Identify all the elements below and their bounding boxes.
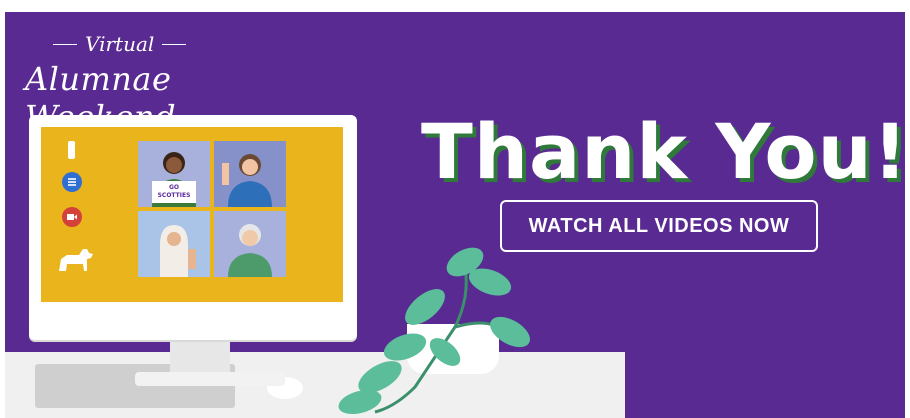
go-scotties-sign: GO SCOTTIES	[152, 181, 196, 203]
menu-indicator	[68, 141, 75, 159]
brand-subtitle: Virtual	[85, 32, 155, 56]
headline: Thank You!	[421, 107, 905, 196]
video-call-screen: GO SCOTTIES	[41, 127, 343, 302]
brand-subtitle-row: Virtual	[53, 30, 325, 58]
divider	[53, 43, 77, 45]
plant-icon	[338, 247, 530, 415]
list-icon	[62, 172, 82, 192]
video-tile-2	[214, 141, 286, 207]
monitor-stand	[170, 340, 230, 376]
watch-all-videos-button[interactable]: WATCH ALL VIDEOS NOW	[500, 200, 818, 252]
divider	[162, 43, 187, 45]
video-tile-4	[214, 211, 286, 277]
video-tile-1: GO SCOTTIES	[138, 141, 210, 207]
camera-icon	[62, 207, 82, 227]
video-tile-3	[138, 211, 210, 277]
scottie-dog-icon	[53, 237, 97, 281]
monitor-base	[135, 372, 285, 386]
hero-banner: Virtual Alumnae Weekend Thank You! WATCH…	[5, 12, 905, 418]
